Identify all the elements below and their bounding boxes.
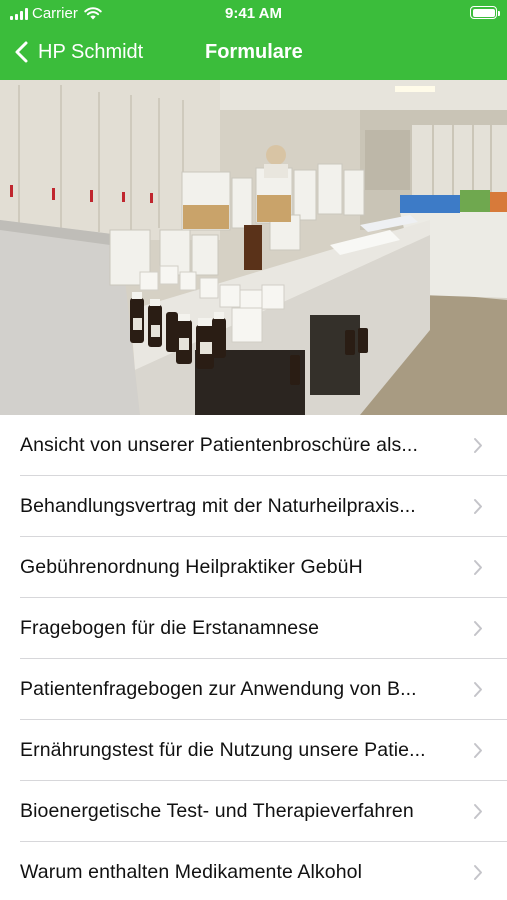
chevron-right-icon: [474, 438, 482, 453]
list-item[interactable]: Ernährungstest für die Nutzung unsere Pa…: [0, 720, 507, 781]
chevron-left-icon: [15, 41, 28, 63]
chevron-right-icon: [474, 682, 482, 697]
lab-photo: [0, 80, 507, 415]
list-item-label: Fragebogen für die Erstanamnese: [20, 617, 320, 639]
battery-icon: [470, 6, 500, 19]
list-item[interactable]: Behandlungsvertrag mit der Naturheilprax…: [0, 476, 507, 537]
back-button[interactable]: HP Schmidt: [12, 36, 143, 68]
list-item[interactable]: Fragebogen für die Erstanamnese: [0, 598, 507, 659]
page-title: Formulare: [205, 41, 303, 63]
back-label: HP Schmidt: [38, 40, 144, 63]
nav-bar: HP Schmidt Formulare: [0, 30, 507, 76]
forms-list: Ansicht von unserer Patientenbroschüre a…: [0, 415, 507, 900]
list-item-label: Bioenergetische Test- und Therapieverfah…: [20, 800, 414, 822]
list-item-label: Gebührenordnung Heilpraktiker GebüH: [20, 556, 363, 578]
chevron-right-icon: [474, 743, 482, 758]
chevron-right-icon: [474, 865, 482, 880]
chevron-right-icon: [474, 804, 482, 819]
chevron-right-icon: [474, 621, 482, 636]
list-item-label: Behandlungsvertrag mit der Naturheilprax…: [20, 495, 416, 517]
chevron-right-icon: [474, 560, 482, 575]
status-time: 9:41 AM: [225, 5, 282, 22]
list-item[interactable]: Warum enthalten Medikamente Alkohol: [0, 842, 507, 900]
list-item-label: Ansicht von unserer Patientenbroschüre a…: [20, 434, 418, 456]
list-item[interactable]: Gebührenordnung Heilpraktiker GebüH: [0, 537, 507, 598]
hero-image: [0, 80, 507, 415]
list-item-label: Warum enthalten Medikamente Alkohol: [20, 861, 363, 883]
status-bar: Carrier 9:41 AM: [0, 0, 507, 28]
list-item-label: Patientenfragebogen zur Anwendung von B.…: [20, 678, 417, 700]
list-item-label: Ernährungstest für die Nutzung unsere Pa…: [20, 739, 426, 761]
list-item[interactable]: Ansicht von unserer Patientenbroschüre a…: [0, 415, 507, 476]
list-item[interactable]: Bioenergetische Test- und Therapieverfah…: [0, 781, 507, 842]
list-item[interactable]: Patientenfragebogen zur Anwendung von B.…: [0, 659, 507, 720]
navigation-header: Carrier 9:41 AM HP Schmidt Formulare: [0, 0, 507, 80]
chevron-right-icon: [474, 499, 482, 514]
